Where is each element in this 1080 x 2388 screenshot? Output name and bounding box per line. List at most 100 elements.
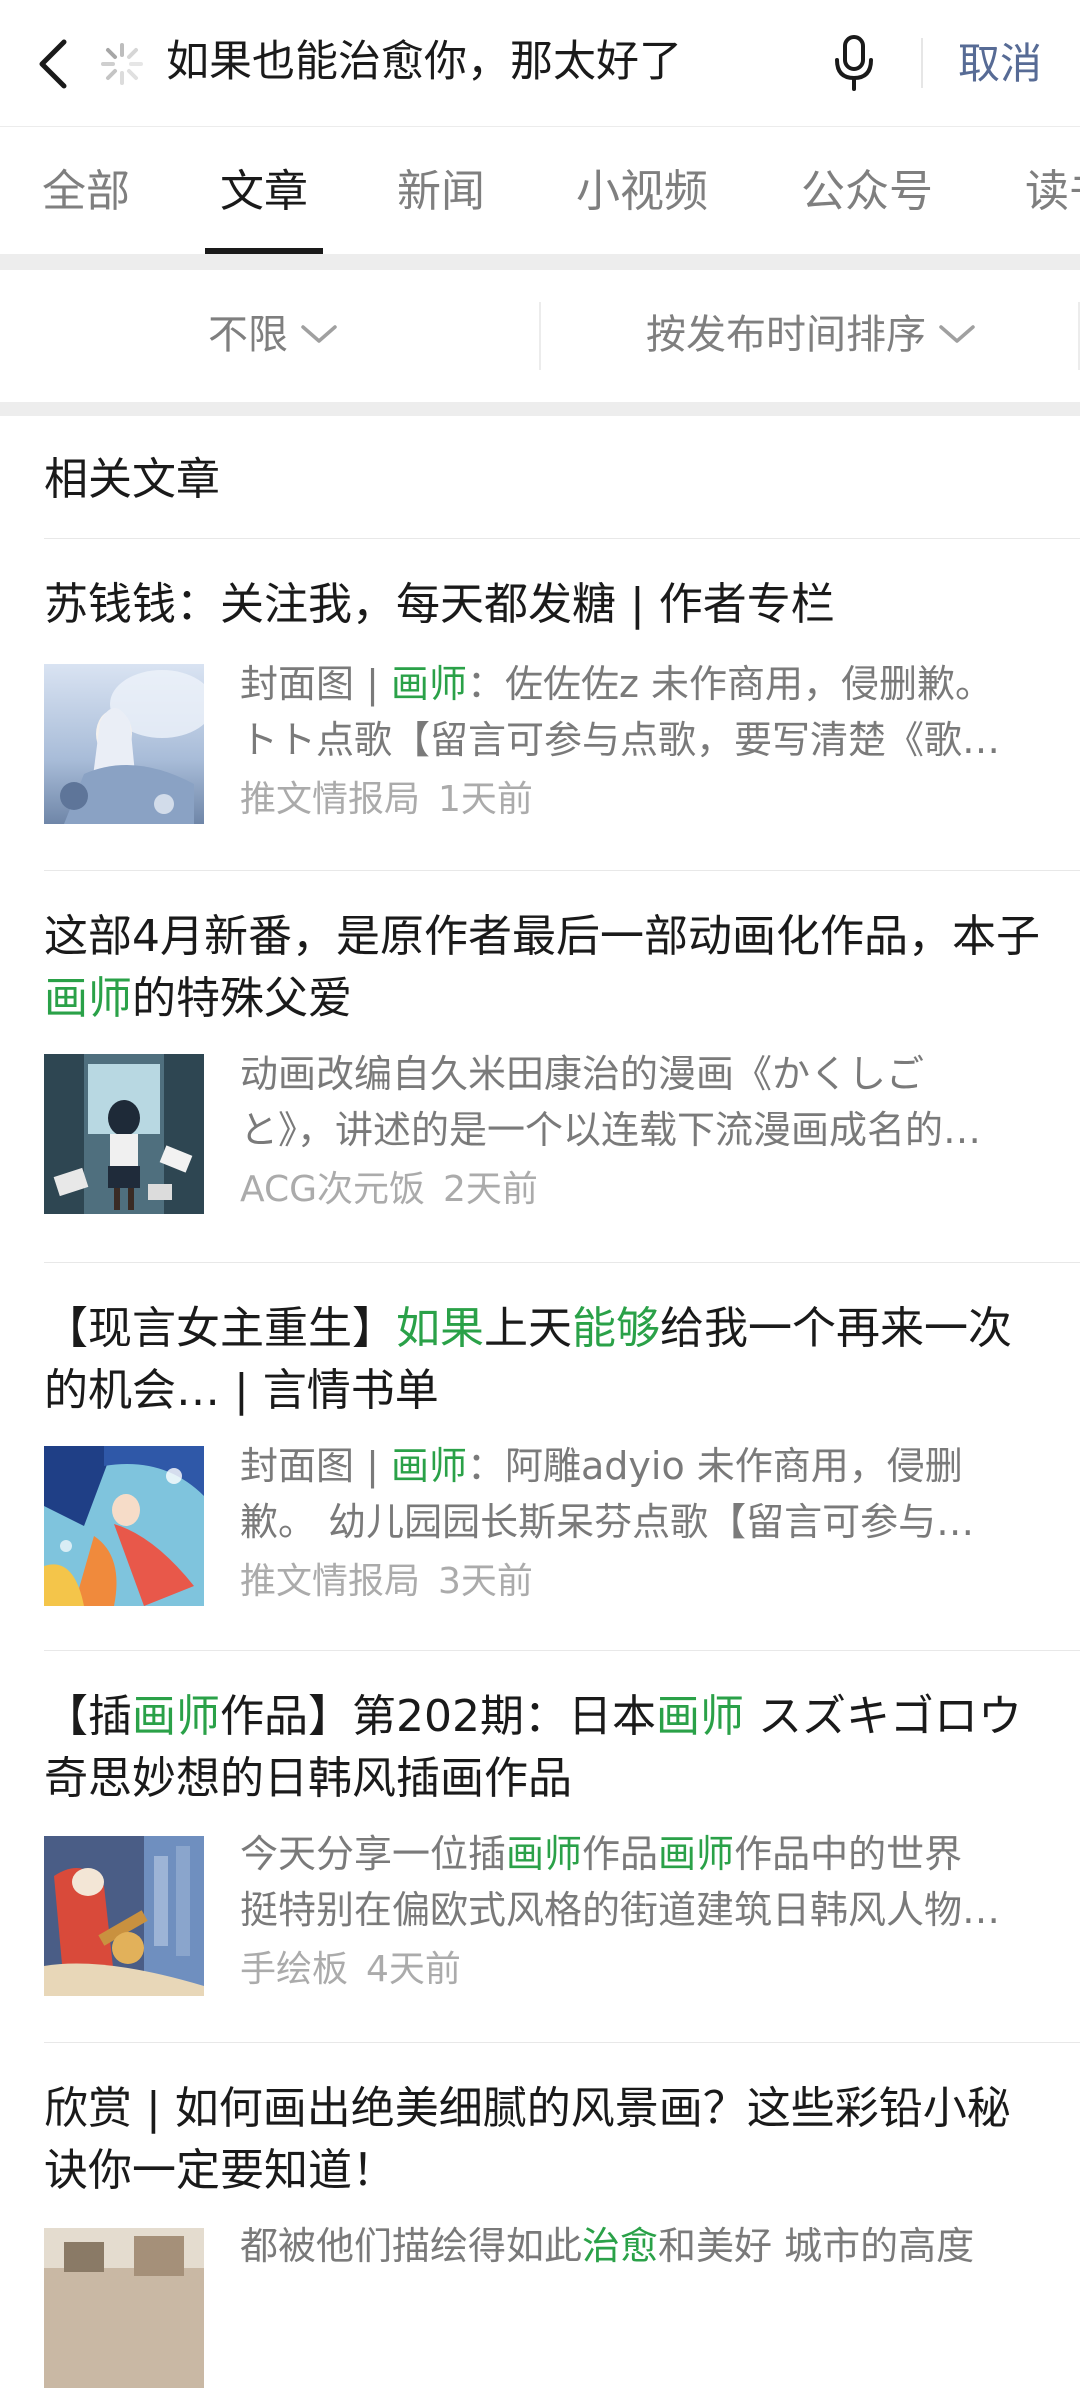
microphone-icon <box>835 35 873 91</box>
article-meta: 推文情报局 1天前 <box>240 774 533 826</box>
search-type-tabs: 全部 文章 新闻 小视频 公众号 读书 <box>0 126 1080 255</box>
article-snippet: 封面图 | 画师：佐佐佐z 未作商用，侵删歉。トト点歌【留言可参与点歌，要写清楚… <box>240 656 1040 768</box>
time-range-filter-label: 不限 <box>208 312 288 358</box>
tab-books[interactable]: 读书 <box>1025 163 1080 221</box>
tab-official-accounts[interactable]: 公众号 <box>801 163 933 221</box>
text-segment: 苏钱钱：关注我，每天都发糖 | 作者专栏 <box>44 579 835 630</box>
text-segment: 这部4月新番，是原作者最后一部动画化作品，本子 <box>44 911 1040 962</box>
article-meta: 推文情报局 3天前 <box>240 1556 533 1608</box>
article-time: 4天前 <box>366 1949 461 1990</box>
text-segment: 作品 <box>582 1832 659 1876</box>
snippet-line: 今天分享一位插画师作品画师作品中的世界 <box>240 1826 1040 1882</box>
keyword-highlight: 画师 <box>44 973 132 1024</box>
text-segment: トト点歌【留言可参与点歌，要写清楚《歌… <box>240 718 1001 762</box>
article-title: 【现言女主重生】如果上天能够给我一个再来一次的机会… | 言情书单 <box>44 1298 1044 1422</box>
section-gap <box>0 402 1080 416</box>
article-thumbnail <box>44 1446 204 1606</box>
text-segment: ：阿雕adyio 未作商用，侵删 <box>466 1444 963 1488</box>
sort-order-filter[interactable]: 按发布时间排序 <box>646 306 976 364</box>
list-divider <box>44 870 1080 871</box>
search-bar: 如果也能治愈你，那太好了 取消 <box>0 0 1080 126</box>
chevron-down-icon <box>939 325 975 343</box>
list-divider <box>44 1262 1080 1263</box>
article-title: 苏钱钱：关注我，每天都发糖 | 作者专栏 <box>44 574 1044 636</box>
article-title: 欣赏 | 如何画出绝美细腻的风景画？这些彩铅小秘诀你一定要知道！ <box>44 2078 1044 2202</box>
article-meta: ACG次元饭 2天前 <box>240 1164 538 1216</box>
text-segment: ：佐佐佐z 未作商用，侵删歉。 <box>466 662 994 706</box>
back-button[interactable] <box>30 30 80 96</box>
filter-divider <box>539 302 541 370</box>
snippet-line: 封面图 | 画师：阿雕adyio 未作商用，侵删 <box>240 1438 1040 1494</box>
article-snippet: 动画改编自久米田康治的漫画《かくしごと》，讲述的是一个以连载下流漫画成名的… <box>240 1046 1040 1158</box>
keyword-highlight: 画师 <box>132 1691 220 1742</box>
section-title: 相关文章 <box>44 454 220 505</box>
article-source: 手绘板 <box>240 1949 349 1990</box>
article-meta: 手绘板 4天前 <box>240 1944 461 1996</box>
list-divider <box>44 2042 1080 2043</box>
article-snippet: 今天分享一位插画师作品画师作品中的世界 挺特别在偏欧式风格的街道建筑日韩风人物… <box>240 1826 1040 1938</box>
text-segment: 欣赏 | 如何画出绝美细腻的风景画？这些彩铅小秘诀你一定要知道！ <box>44 2083 1011 2196</box>
text-segment: 歉。 幼儿园园长斯呆芬点歌【留言可参与… <box>240 1500 975 1544</box>
article-thumbnail <box>44 1054 204 1214</box>
keyword-highlight: 画师 <box>506 1832 583 1876</box>
article-snippet: 都被他们描绘得如此治愈和美好 城市的高度 <box>240 2218 1040 2274</box>
article-time: 3天前 <box>438 1561 533 1602</box>
article-thumbnail <box>44 1836 204 1996</box>
text-segment: 封面图 | <box>240 1444 391 1488</box>
text-segment: 和美好 城市的高度 <box>658 2224 975 2268</box>
article-item[interactable]: 这部4月新番，是原作者最后一部动画化作品，本子画师的特殊父爱 动画改编自久米田康… <box>0 906 1080 1262</box>
filter-bar: 不限 按发布时间排序 <box>0 270 1080 402</box>
chevron-left-icon <box>39 39 67 89</box>
section-gap <box>0 254 1080 270</box>
text-segment: 挺特别在偏欧式风格的街道建筑日韩风人物… <box>240 1888 1001 1932</box>
search-input[interactable]: 如果也能治愈你，那太好了 <box>96 18 956 108</box>
keyword-highlight: 画师 <box>390 1444 467 1488</box>
text-segment: 作品中的世界 <box>734 1832 963 1876</box>
sort-order-filter-label: 按发布时间排序 <box>646 312 926 358</box>
snippet-line: と》，讲述的是一个以连载下流漫画成名的… <box>240 1102 1040 1158</box>
tab-articles[interactable]: 文章 <box>220 163 308 221</box>
article-item[interactable]: 苏钱钱：关注我，每天都发糖 | 作者专栏 封面图 | 画师：佐佐佐z 未作商用，… <box>0 574 1080 870</box>
article-time: 1天前 <box>438 779 533 820</box>
text-segment: 今天分享一位插 <box>240 1832 507 1876</box>
time-range-filter[interactable]: 不限 <box>208 306 338 364</box>
keyword-highlight: 画师 <box>390 662 467 706</box>
list-divider <box>44 538 1080 539</box>
text-segment: 的特殊父爱 <box>132 973 352 1024</box>
article-source: ACG次元饭 <box>240 1169 426 1210</box>
text-segment: 【插 <box>44 1691 132 1742</box>
article-snippet: 封面图 | 画师：阿雕adyio 未作商用，侵删歉。 幼儿园园长斯呆芬点歌【留言… <box>240 1438 1040 1550</box>
text-segment: 【现言女主重生】 <box>44 1303 396 1354</box>
snippet-line: トト点歌【留言可参与点歌，要写清楚《歌… <box>240 712 1040 768</box>
keyword-highlight: 能够 <box>572 1303 660 1354</box>
snippet-line: 动画改编自久米田康治的漫画《かくしご <box>240 1046 1040 1102</box>
search-divider <box>921 38 923 88</box>
snippet-line: 挺特别在偏欧式风格的街道建筑日韩风人物… <box>240 1882 1040 1938</box>
article-thumbnail <box>44 2228 204 2388</box>
text-segment: 作品】第202期：日本 <box>220 1691 656 1742</box>
keyword-highlight: 画师 <box>658 1832 735 1876</box>
tab-news[interactable]: 新闻 <box>397 163 485 221</box>
snippet-line: 歉。 幼儿园园长斯呆芬点歌【留言可参与… <box>240 1494 1040 1550</box>
text-segment: と》，讲述的是一个以连载下流漫画成名的… <box>240 1108 982 1152</box>
microphone-button[interactable] <box>832 34 876 92</box>
article-title: 【插画师作品】第202期：日本画师 スズキゴロウ 奇思妙想的日韩风插画作品 <box>44 1686 1044 1810</box>
loading-spinner-icon <box>101 43 143 85</box>
tab-all[interactable]: 全部 <box>42 163 130 221</box>
article-item[interactable]: 欣赏 | 如何画出绝美细腻的风景画？这些彩铅小秘诀你一定要知道！ 都被他们描绘得… <box>0 2078 1080 2388</box>
snippet-line: 都被他们描绘得如此治愈和美好 城市的高度 <box>240 2218 1040 2274</box>
text-segment: 封面图 | <box>240 662 391 706</box>
text-segment: 动画改编自久米田康治的漫画《かくしご <box>240 1052 925 1096</box>
keyword-highlight: 画师 <box>655 1691 744 1742</box>
article-item[interactable]: 【插画师作品】第202期：日本画师 スズキゴロウ 奇思妙想的日韩风插画作品 今天… <box>0 1686 1080 2042</box>
article-source: 推文情报局 <box>240 779 421 820</box>
article-source: 推文情报局 <box>240 1561 421 1602</box>
text-segment: 上天 <box>484 1303 572 1354</box>
article-thumbnail <box>44 664 204 824</box>
tab-short-videos[interactable]: 小视频 <box>576 163 708 221</box>
cancel-button[interactable]: 取消 <box>958 34 1042 94</box>
snippet-line: 封面图 | 画师：佐佐佐z 未作商用，侵删歉。 <box>240 656 1040 712</box>
keyword-highlight: 治愈 <box>582 2224 659 2268</box>
text-segment: 都被他们描绘得如此 <box>240 2224 583 2268</box>
article-item[interactable]: 【现言女主重生】如果上天能够给我一个再来一次的机会… | 言情书单 封面图 | … <box>0 1298 1080 1650</box>
